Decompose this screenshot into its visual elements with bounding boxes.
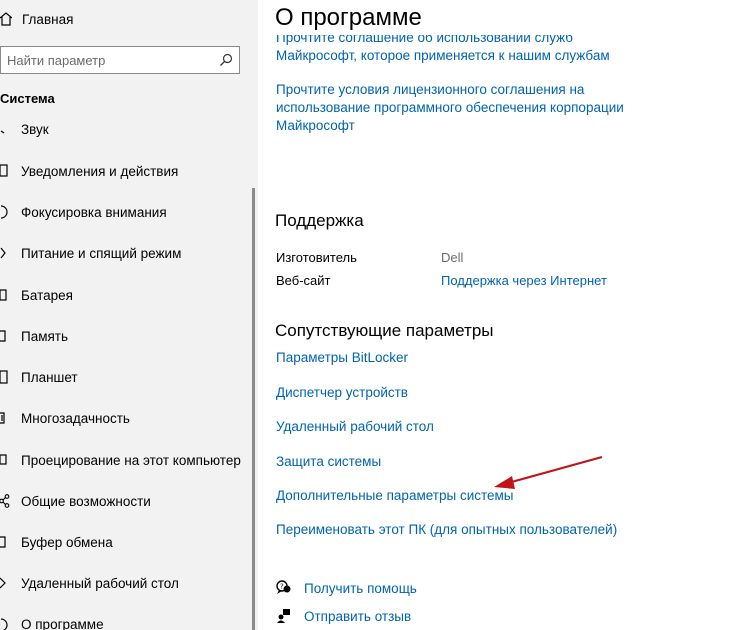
- manufacturer-label: Изготовитель: [276, 250, 357, 265]
- sidebar-item-label: Общие возможности: [21, 493, 151, 509]
- sidebar-item-label: Батарея: [21, 287, 73, 303]
- website-label: Веб-сайт: [276, 273, 331, 288]
- sidebar-item-multitasking[interactable]: Многозадачность: [0, 405, 130, 431]
- send-feedback-label: Отправить отзыв: [304, 608, 412, 624]
- services-agreement-link[interactable]: Прочтите соглашение об использовании слу…: [276, 35, 646, 65]
- help-chat-icon: ?: [276, 579, 294, 597]
- sidebar: Главная Система Звук Уведомления и дейст…: [0, 0, 258, 630]
- sidebar-item-label: Уведомления и действия: [21, 163, 179, 179]
- sidebar-item-storage[interactable]: Память: [0, 323, 68, 349]
- sidebar-item-battery[interactable]: Батарея: [0, 282, 73, 308]
- sidebar-item-tablet[interactable]: Планшет: [0, 364, 78, 390]
- notifications-icon: [0, 162, 14, 180]
- sidebar-item-label: Удаленный рабочий стол: [21, 575, 179, 591]
- related-settings-heading: Сопутствующие параметры: [275, 321, 494, 340]
- sidebar-item-label: Питание и спящий режим: [21, 245, 182, 261]
- sidebar-item-shared-experiences[interactable]: Общие возможности: [0, 488, 151, 514]
- services-agreement-text: Прочтите соглашение об использовании слу…: [276, 35, 610, 63]
- sidebar-item-label: О программе: [21, 616, 104, 630]
- device-manager-link[interactable]: Диспетчер устройств: [276, 385, 408, 400]
- storage-icon: [0, 327, 14, 345]
- projecting-icon: [0, 451, 14, 469]
- info-icon: [0, 615, 14, 630]
- sidebar-item-remote-desktop[interactable]: Удаленный рабочий стол: [0, 570, 179, 596]
- feedback-icon: [276, 607, 294, 625]
- sidebar-item-label: Память: [21, 328, 69, 344]
- sidebar-item-label: Буфер обмена: [21, 534, 113, 550]
- remote-desktop-link[interactable]: Удаленный рабочий стол: [276, 419, 434, 434]
- get-help-link[interactable]: ? Получить помощь: [276, 578, 417, 598]
- sidebar-item-label: Многозадачность: [21, 410, 130, 426]
- search-box[interactable]: [0, 46, 240, 74]
- sidebar-item-projecting[interactable]: Проецирование на этот компьютер: [0, 447, 241, 473]
- search-input[interactable]: [1, 48, 217, 72]
- online-support-link[interactable]: Поддержка через Интернет: [441, 273, 607, 288]
- sidebar-item-sound[interactable]: Звук: [0, 117, 49, 141]
- license-terms-link[interactable]: Прочтите условия лицензионного соглашени…: [276, 81, 646, 135]
- support-heading: Поддержка: [275, 211, 364, 230]
- sidebar-item-label: Проецирование на этот компьютер: [21, 452, 241, 468]
- sidebar-item-power[interactable]: Питание и спящий режим: [0, 240, 181, 266]
- power-icon: [0, 244, 14, 262]
- bitlocker-settings-link[interactable]: Параметры BitLocker: [276, 350, 408, 365]
- clipboard-icon: [0, 533, 14, 551]
- sidebar-item-notifications[interactable]: Уведомления и действия: [0, 158, 178, 184]
- sidebar-item-label: Планшет: [21, 369, 78, 385]
- manufacturer-value: Dell: [441, 250, 464, 265]
- battery-icon: [0, 286, 14, 304]
- sidebar-item-focus-assist[interactable]: Фокусировка внимания: [0, 199, 167, 225]
- send-feedback-link[interactable]: Отправить отзыв: [276, 606, 411, 626]
- sidebar-scrollbar[interactable]: [252, 188, 255, 630]
- svg-text:?: ?: [280, 583, 284, 591]
- rename-pc-link[interactable]: Переименовать этот ПК (для опытных польз…: [276, 522, 617, 537]
- section-title-system: Система: [0, 91, 55, 106]
- sound-icon: [0, 120, 14, 138]
- shared-experiences-icon: [0, 492, 14, 510]
- page-title: О программе: [275, 4, 422, 31]
- tablet-icon: [0, 368, 14, 386]
- home-label: Главная: [22, 11, 74, 27]
- search-icon[interactable]: [219, 53, 233, 67]
- get-help-label: Получить помощь: [304, 580, 417, 596]
- system-protection-link[interactable]: Защита системы: [276, 454, 381, 469]
- sidebar-item-about[interactable]: О программе: [0, 611, 104, 630]
- remote-desktop-icon: [0, 574, 14, 592]
- sidebar-item-label: Фокусировка внимания: [21, 204, 167, 220]
- sidebar-item-clipboard[interactable]: Буфер обмена: [0, 529, 113, 555]
- home-icon: [0, 10, 18, 28]
- sidebar-item-label: Звук: [21, 121, 49, 137]
- settings-window: Главная Система Звук Уведомления и дейст…: [0, 0, 730, 630]
- main-content: О программе Прочтите соглашение об испол…: [258, 0, 730, 630]
- multitasking-icon: [0, 409, 14, 427]
- focus-assist-icon: [0, 203, 14, 221]
- home-nav-item[interactable]: Главная: [0, 6, 73, 32]
- advanced-system-settings-link[interactable]: Дополнительные параметры системы: [276, 488, 514, 503]
